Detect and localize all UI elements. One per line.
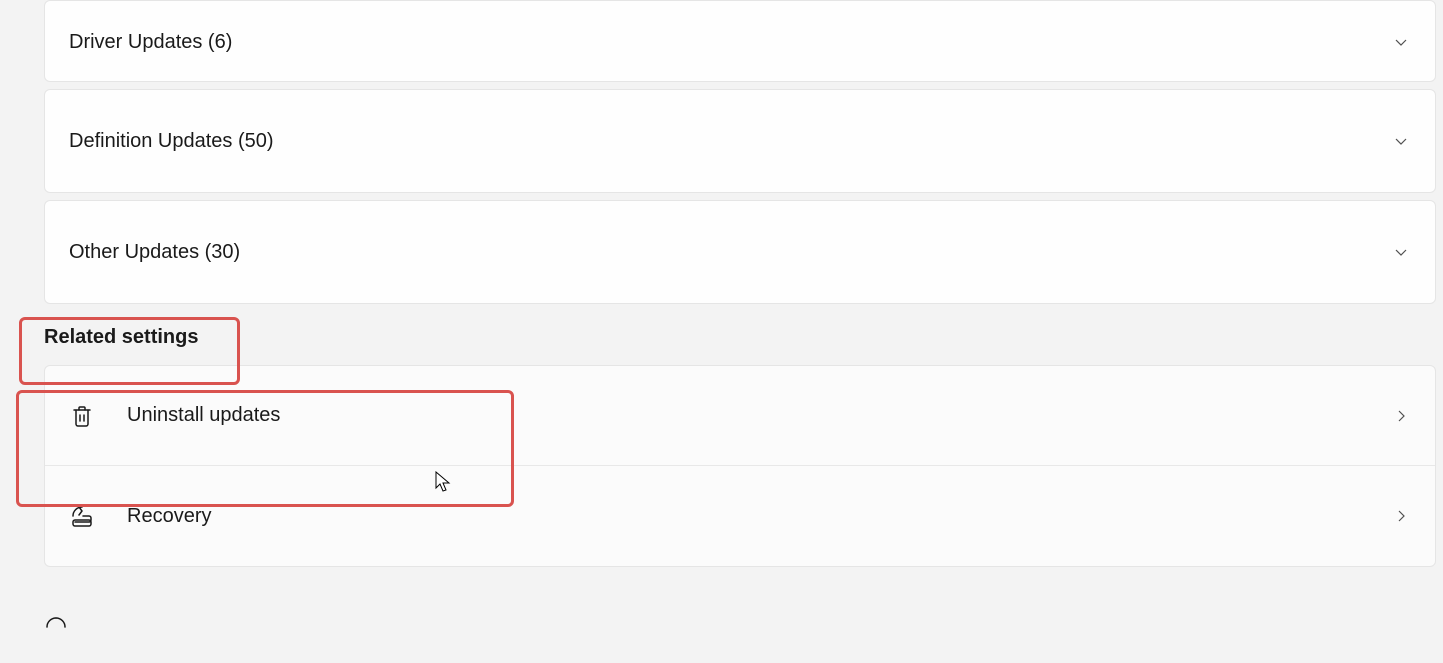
- driver-updates-card[interactable]: Driver Updates (6): [44, 0, 1436, 82]
- chevron-down-icon: [1391, 131, 1411, 151]
- recovery-icon: [69, 503, 95, 529]
- chevron-right-icon: [1391, 506, 1411, 526]
- chevron-down-icon: [1391, 242, 1411, 262]
- related-settings-header: Related settings: [44, 326, 1436, 349]
- related-settings-card: Uninstall updates Recovery: [44, 365, 1436, 567]
- other-updates-label: Other Updates (30): [69, 241, 240, 264]
- other-updates-card[interactable]: Other Updates (30): [44, 200, 1436, 304]
- uninstall-updates-label: Uninstall updates: [127, 404, 1391, 427]
- chevron-right-icon: [1391, 406, 1411, 426]
- recovery-label: Recovery: [127, 505, 1391, 528]
- partial-cut-row: [0, 567, 1443, 641]
- help-icon: [44, 615, 70, 641]
- definition-updates-label: Definition Updates (50): [69, 130, 274, 153]
- driver-updates-label: Driver Updates (6): [69, 31, 232, 54]
- recovery-row[interactable]: Recovery: [45, 466, 1435, 566]
- trash-icon: [69, 403, 95, 429]
- definition-updates-card[interactable]: Definition Updates (50): [44, 89, 1436, 193]
- uninstall-updates-row[interactable]: Uninstall updates: [45, 366, 1435, 466]
- chevron-down-icon: [1391, 32, 1411, 52]
